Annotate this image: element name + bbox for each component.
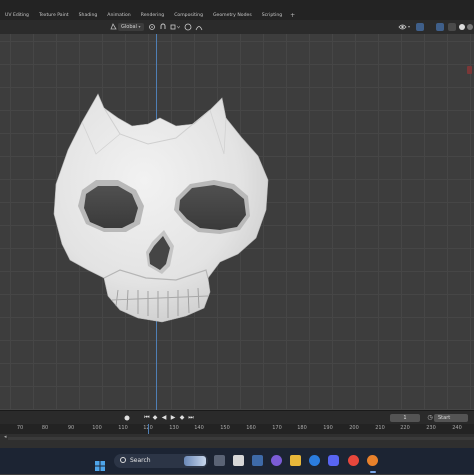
file-explorer-icon[interactable] xyxy=(290,455,301,466)
ruler-tick: 110 xyxy=(118,425,128,431)
skull-mask-model[interactable] xyxy=(0,34,474,410)
timeline-playhead[interactable] xyxy=(148,424,149,434)
timeline-ruler[interactable]: 70 80 90 100 110 120 130 140 150 160 170… xyxy=(0,424,474,434)
windows-start-icon[interactable] xyxy=(95,456,105,475)
arrow-left-icon[interactable]: ◂ xyxy=(4,434,7,440)
discord-icon[interactable] xyxy=(328,455,339,466)
ruler-tick: 130 xyxy=(169,425,179,431)
chevron-down-icon: ▾ xyxy=(138,24,141,29)
edge-icon[interactable] xyxy=(309,455,320,466)
ruler-tick: 170 xyxy=(272,425,282,431)
play-icon[interactable]: ▶ xyxy=(169,414,177,422)
timeline-track[interactable]: ◂ xyxy=(0,434,474,448)
start-frame-field[interactable]: Start xyxy=(434,414,468,422)
ruler-tick: 140 xyxy=(194,425,204,431)
timeline-header: ⏮ ◆ ◀ ▶ ◆ ⏭ 1 ◷ Start xyxy=(0,410,474,425)
transform-orientation-label: Global xyxy=(121,24,137,30)
store-icon[interactable] xyxy=(252,455,263,466)
blender-icon[interactable] xyxy=(367,455,378,466)
search-highlight-image xyxy=(184,456,206,466)
next-keyframe-icon[interactable]: ◆ xyxy=(178,414,186,422)
ruler-tick: 70 xyxy=(16,425,24,431)
copilot-icon[interactable] xyxy=(271,455,282,466)
workspace-tab-bar: UV Editing Texture Paint Shading Animati… xyxy=(0,0,474,22)
ruler-tick: 210 xyxy=(375,425,385,431)
snap-target-icon[interactable] xyxy=(170,23,181,31)
viewport-header: Global ▾ ▾ xyxy=(0,20,474,35)
widgets-icon[interactable] xyxy=(233,455,244,466)
ruler-tick: 200 xyxy=(349,425,359,431)
xray-icon[interactable] xyxy=(448,23,456,31)
overlays-icon[interactable] xyxy=(436,23,444,31)
search-label: Search xyxy=(130,457,151,464)
3d-viewport[interactable] xyxy=(0,34,474,410)
clock-icon: ◷ xyxy=(427,414,433,421)
pivot-point-icon[interactable] xyxy=(148,23,156,31)
transform-orientation-dropdown[interactable]: Global ▾ xyxy=(118,23,144,31)
shading-material-icon[interactable] xyxy=(466,23,474,31)
ruler-tick: 100 xyxy=(92,425,102,431)
ruler-tick: 190 xyxy=(323,425,333,431)
jump-start-icon[interactable]: ⏮ xyxy=(143,414,151,422)
jump-end-icon[interactable]: ⏭ xyxy=(187,414,195,422)
chevron-down-icon[interactable]: ▾ xyxy=(408,23,410,31)
falloff-icon[interactable] xyxy=(195,23,203,31)
orientation-icon xyxy=(110,23,117,31)
ruler-tick: 240 xyxy=(452,425,462,431)
gizmo-toggle-icon[interactable] xyxy=(416,23,424,31)
ruler-tick: 230 xyxy=(426,425,436,431)
ruler-tick: 220 xyxy=(400,425,410,431)
ruler-tick: 150 xyxy=(220,425,230,431)
play-reverse-icon[interactable]: ◀ xyxy=(160,414,168,422)
current-frame-field[interactable]: 1 xyxy=(390,414,420,422)
ruler-tick: 90 xyxy=(67,425,75,431)
shading-solid-icon[interactable] xyxy=(458,23,466,31)
visibility-icon[interactable] xyxy=(398,23,407,31)
chrome-icon[interactable] xyxy=(348,455,359,466)
snap-icon[interactable] xyxy=(159,23,167,31)
ruler-tick: 180 xyxy=(297,425,307,431)
active-app-indicator xyxy=(370,471,376,473)
windows-taskbar: Search xyxy=(0,448,474,474)
record-button[interactable] xyxy=(123,414,131,422)
taskbar-search-box[interactable]: Search xyxy=(114,454,208,468)
ruler-tick: 80 xyxy=(41,425,49,431)
search-icon xyxy=(120,457,126,463)
prev-keyframe-icon[interactable]: ◆ xyxy=(151,414,159,422)
ruler-tick: 160 xyxy=(246,425,256,431)
timeline-scrollbar[interactable] xyxy=(8,437,474,440)
task-view-icon[interactable] xyxy=(214,455,225,466)
proportional-editing-icon[interactable] xyxy=(184,23,192,31)
